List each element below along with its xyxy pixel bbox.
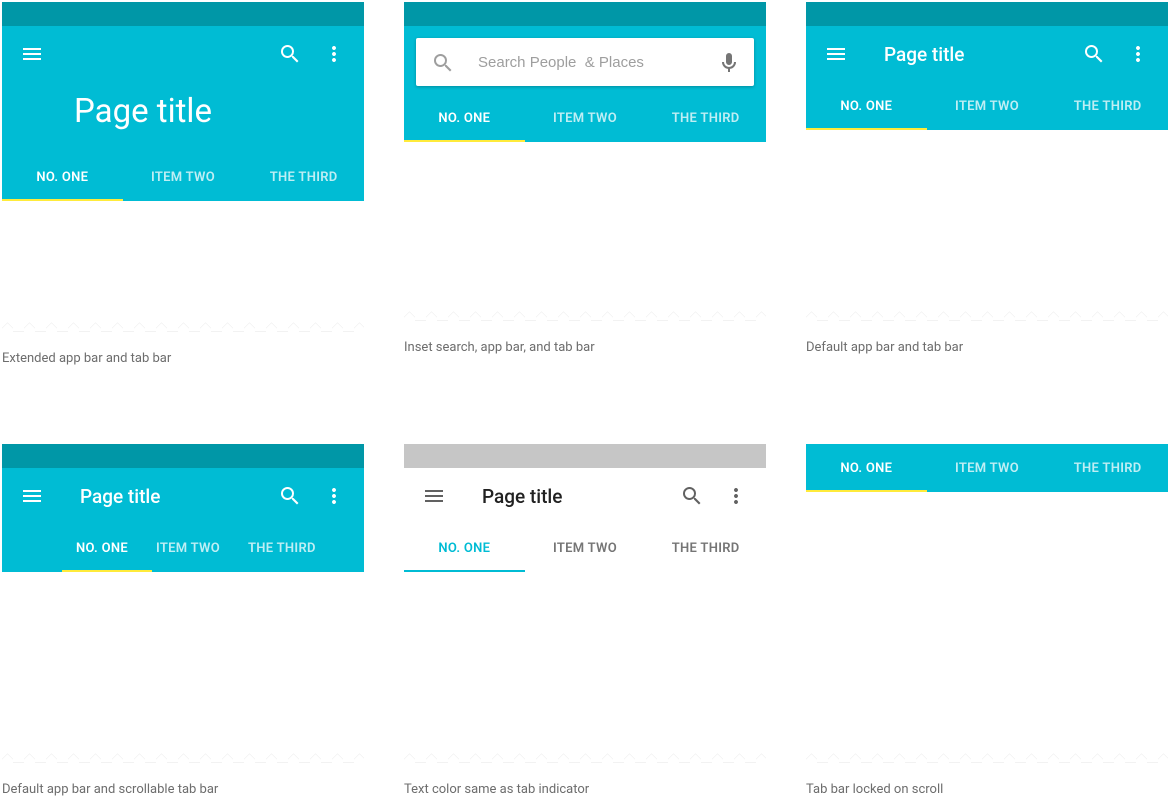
more-vert-icon[interactable]: [322, 484, 346, 508]
tab-one[interactable]: NO. ONE: [404, 524, 525, 572]
page-title: Page title: [74, 92, 292, 131]
menu-icon[interactable]: [422, 484, 446, 508]
tab-three[interactable]: THE THIRD: [1047, 444, 1168, 492]
tab-three[interactable]: THE THIRD: [645, 94, 766, 142]
toolbar: Page title: [2, 468, 364, 524]
search-input[interactable]: [478, 54, 716, 71]
tab-bar: NO. ONE ITEM TWO THE THIRD: [806, 444, 1168, 492]
tab-three[interactable]: THE THIRD: [645, 524, 766, 572]
tab-three[interactable]: THE THIRD: [234, 524, 330, 572]
search-icon[interactable]: [680, 484, 704, 508]
search-icon[interactable]: [278, 484, 302, 508]
tab-indicator: [2, 199, 123, 201]
status-bar: [404, 2, 766, 26]
status-bar: [404, 444, 766, 468]
content: [2, 572, 364, 750]
tab-bar: NO. ONE ITEM TWO THE THIRD: [404, 94, 766, 142]
caption: Inset search, app bar, and tab bar: [404, 340, 766, 355]
status-bar: [2, 444, 364, 468]
content: [404, 142, 766, 308]
status-bar: [2, 2, 364, 26]
example-locked-tabs: NO. ONE ITEM TWO THE THIRD Tab bar locke…: [806, 444, 1168, 797]
search-icon[interactable]: [1082, 42, 1106, 66]
tab-one[interactable]: NO. ONE: [806, 82, 927, 130]
tab-two[interactable]: ITEM TWO: [927, 82, 1048, 130]
content: [2, 201, 364, 319]
tab-bar: NO. ONE ITEM TWO THE THIRD: [2, 153, 364, 201]
example-inset-search: NO. ONE ITEM TWO THE THIRD Inset search,…: [404, 2, 766, 366]
tab-one[interactable]: NO. ONE: [404, 94, 525, 142]
tab-one[interactable]: NO. ONE: [62, 524, 142, 572]
content: [806, 130, 1168, 308]
content: [404, 572, 766, 750]
mic-icon[interactable]: [716, 50, 740, 74]
tab-two[interactable]: ITEM TWO: [525, 94, 646, 142]
more-vert-icon[interactable]: [1126, 42, 1150, 66]
tab-indicator: [806, 490, 927, 492]
tab-three[interactable]: THE THIRD: [1047, 82, 1168, 130]
search-bar: [404, 26, 766, 94]
search-icon[interactable]: [430, 50, 454, 74]
toolbar: Page title: [404, 468, 766, 524]
more-vert-icon[interactable]: [724, 484, 748, 508]
tab-one[interactable]: NO. ONE: [806, 444, 927, 492]
menu-icon[interactable]: [824, 42, 848, 66]
tab-indicator: [806, 128, 927, 130]
example-text-color: Page title NO. ONE ITEM TWO THE THIRD Te…: [404, 444, 766, 797]
page-title: Page title: [482, 485, 676, 508]
tab-bar: NO. ONE ITEM TWO THE THIRD: [404, 524, 766, 572]
search-icon[interactable]: [278, 42, 302, 66]
caption: Text color same as tab indicator: [404, 782, 766, 797]
content: [806, 492, 1168, 750]
menu-icon[interactable]: [20, 42, 44, 66]
tab-one[interactable]: NO. ONE: [2, 153, 123, 201]
tab-indicator: [62, 570, 152, 572]
caption: Tab bar locked on scroll: [806, 782, 1168, 797]
tab-two[interactable]: ITEM TWO: [525, 524, 646, 572]
caption: Default app bar and scrollable tab bar: [2, 782, 364, 797]
caption: Default app bar and tab bar: [806, 340, 1168, 355]
tab-two[interactable]: ITEM TWO: [927, 444, 1048, 492]
example-default: Page title NO. ONE ITEM TWO THE THIRD De…: [806, 2, 1168, 366]
page-title: Page title: [80, 485, 274, 508]
tab-bar: NO. ONE ITEM TWO THE THIRD: [806, 82, 1168, 130]
page-title: Page title: [884, 43, 1078, 66]
search-card[interactable]: [416, 38, 754, 86]
toolbar: [2, 26, 364, 82]
example-scrollable-tabs: Page title NO. ONE ITEM TWO THE THIRD De…: [2, 444, 364, 797]
caption: Extended app bar and tab bar: [2, 351, 364, 366]
toolbar: Page title: [806, 26, 1168, 82]
menu-icon[interactable]: [20, 484, 44, 508]
tab-bar-scrollable[interactable]: NO. ONE ITEM TWO THE THIRD: [2, 524, 364, 572]
example-extended: Page title NO. ONE ITEM TWO THE THIRD Ex…: [2, 2, 364, 366]
tab-indicator: [404, 570, 525, 572]
tab-three[interactable]: THE THIRD: [243, 153, 364, 201]
tab-indicator: [404, 140, 525, 142]
more-vert-icon[interactable]: [322, 42, 346, 66]
status-bar: [806, 2, 1168, 26]
tab-two[interactable]: ITEM TWO: [123, 153, 244, 201]
tab-two[interactable]: ITEM TWO: [142, 524, 234, 572]
